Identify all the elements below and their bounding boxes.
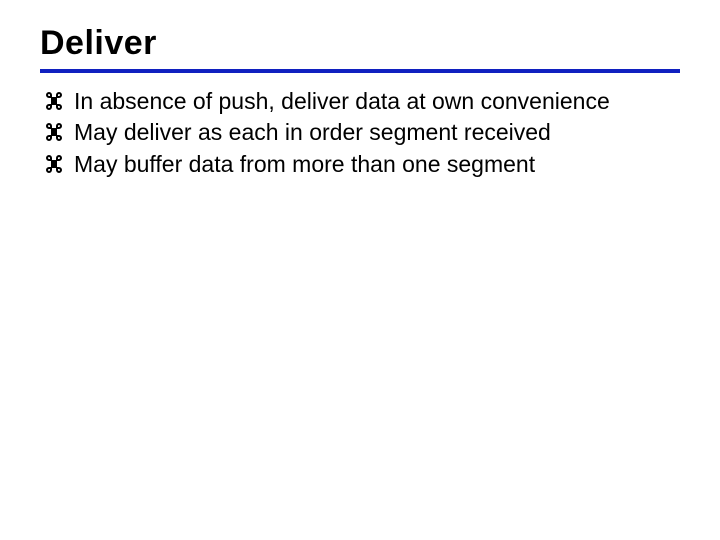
list-item: May buffer data from more than one segme…: [44, 150, 676, 179]
bullet-text: May buffer data from more than one segme…: [74, 151, 535, 177]
title-underline: [40, 69, 680, 73]
command-icon: [44, 154, 64, 174]
bullet-text: May deliver as each in order segment rec…: [74, 119, 551, 145]
slide-title: Deliver: [40, 24, 680, 63]
command-icon: [44, 122, 64, 142]
list-item: In absence of push, deliver data at own …: [44, 87, 676, 116]
list-item: May deliver as each in order segment rec…: [44, 118, 676, 147]
command-icon: [44, 91, 64, 111]
slide: Deliver In absence of push, deliver data…: [0, 0, 720, 540]
bullet-text: In absence of push, deliver data at own …: [74, 88, 610, 114]
bullet-list: In absence of push, deliver data at own …: [40, 87, 680, 179]
